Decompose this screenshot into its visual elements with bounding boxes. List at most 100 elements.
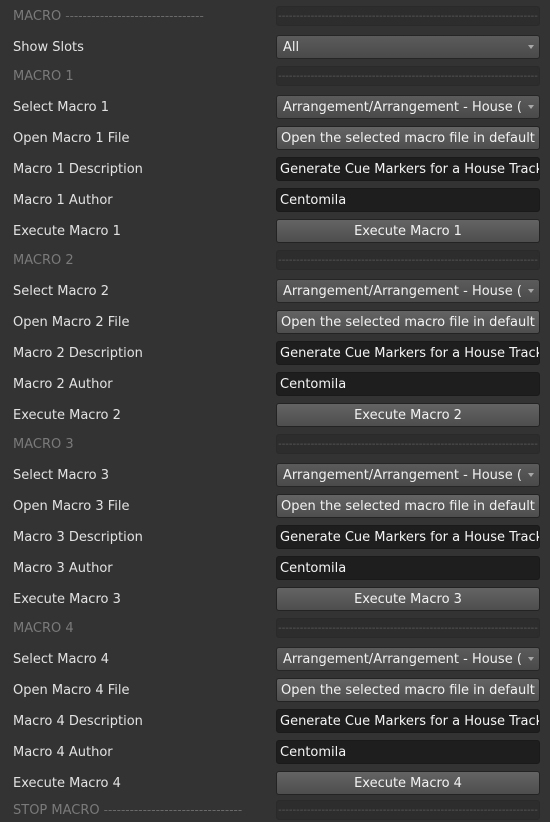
macro-1-description-field[interactable]: Generate Cue Markers for a House Track	[276, 157, 540, 181]
open-macro-4-file-label: Open Macro 4 File	[13, 682, 130, 698]
open-macro-2-file-button[interactable]: Open the selected macro file in default …	[276, 310, 540, 334]
select-macro-1-dropdown-text: Arrangement/Arrangement - House (C...	[283, 99, 521, 115]
stop-macro-section-title: STOP MACRO	[13, 802, 100, 818]
open-macro-1-file-button-text: Open the selected macro file in default …	[281, 130, 540, 146]
open-macro-1-file-row: Open Macro 1 File Open the selected macro…	[0, 123, 550, 153]
macro-2-author-field-text: Centomila	[280, 376, 347, 392]
select-macro-2-label: Select Macro 2	[13, 283, 109, 299]
execute-macro-4-button[interactable]: Execute Macro 4	[276, 771, 540, 795]
open-macro-2-file-label: Open Macro 2 File	[13, 314, 130, 330]
execute-macro-2-button[interactable]: Execute Macro 2	[276, 403, 540, 427]
execute-macro-4-label: Execute Macro 4	[13, 775, 121, 791]
macro-3-author-row: Macro 3 Author Centomila	[0, 553, 550, 583]
macro-2-description-field-text: Generate Cue Markers for a House Track	[280, 345, 540, 361]
macro-1-author-row: Macro 1 Author Centomila	[0, 185, 550, 215]
chevron-down-icon	[528, 473, 534, 477]
select-macro-2-dropdown[interactable]: Arrangement/Arrangement - House (C...	[276, 279, 540, 303]
macro-4-description-row: Macro 4 Description Generate Cue Markers …	[0, 706, 550, 736]
section-divider-dashes: --------------------------------	[65, 9, 204, 23]
macro-settings-panel: MACRO -------------------------------- -…	[0, 0, 550, 822]
section-separator-field: ----------------------------------------…	[276, 6, 540, 26]
open-macro-3-file-button-text: Open the selected macro file in default …	[281, 498, 540, 514]
execute-macro-4-button-text: Execute Macro 4	[354, 775, 462, 791]
open-macro-4-file-button[interactable]: Open the selected macro file in default …	[276, 678, 540, 702]
macro-1-description-row: Macro 1 Description Generate Cue Markers …	[0, 154, 550, 184]
stop-macro-section-header: STOP MACRO -----------------------------…	[0, 798, 550, 822]
select-macro-3-dropdown-text: Arrangement/Arrangement - House (C...	[283, 467, 521, 483]
select-macro-4-dropdown-text: Arrangement/Arrangement - House (C...	[283, 651, 521, 667]
select-macro-2-dropdown-text: Arrangement/Arrangement - House (C...	[283, 283, 521, 299]
macro-2-author-row: Macro 2 Author Centomila	[0, 369, 550, 399]
macro-2-description-field[interactable]: Generate Cue Markers for a House Track	[276, 341, 540, 365]
section-separator-field: ----------------------------------------…	[276, 66, 540, 86]
open-macro-3-file-label: Open Macro 3 File	[13, 498, 130, 514]
macro-section-title: MACRO	[13, 8, 62, 24]
open-macro-3-file-row: Open Macro 3 File Open the selected macro…	[0, 491, 550, 521]
open-macro-3-file-button[interactable]: Open the selected macro file in default …	[276, 494, 540, 518]
macro-section-header: MACRO -------------------------------- -…	[0, 2, 550, 30]
select-macro-3-label: Select Macro 3	[13, 467, 109, 483]
execute-macro-1-button[interactable]: Execute Macro 1	[276, 219, 540, 243]
execute-macro-3-button-text: Execute Macro 3	[354, 591, 462, 607]
macro-4-author-label: Macro 4 Author	[13, 744, 113, 760]
macro-4-author-row: Macro 4 Author Centomila	[0, 737, 550, 767]
macro-1-description-label: Macro 1 Description	[13, 161, 143, 177]
show-slots-dropdown[interactable]: All	[276, 35, 540, 59]
execute-macro-2-button-text: Execute Macro 2	[354, 407, 462, 423]
open-macro-2-file-row: Open Macro 2 File Open the selected macro…	[0, 307, 550, 337]
execute-macro-3-row: Execute Macro 3 Execute Macro 3	[0, 584, 550, 614]
macro-3-description-label: Macro 3 Description	[13, 529, 143, 545]
macro-3-author-field-text: Centomila	[280, 560, 347, 576]
chevron-down-icon	[528, 657, 534, 661]
macro-2-author-label: Macro 2 Author	[13, 376, 113, 392]
macro-3-author-field[interactable]: Centomila	[276, 556, 540, 580]
open-macro-1-file-label: Open Macro 1 File	[13, 130, 130, 146]
section-separator-field: ----------------------------------------…	[276, 250, 540, 270]
macro-1-description-field-text: Generate Cue Markers for a House Track	[280, 161, 540, 177]
macro-2-author-field[interactable]: Centomila	[276, 372, 540, 396]
open-macro-4-file-row: Open Macro 4 File Open the selected macro…	[0, 675, 550, 705]
execute-macro-4-row: Execute Macro 4 Execute Macro 4	[0, 768, 550, 798]
chevron-down-icon	[528, 289, 534, 293]
macro-4-section-header: MACRO 4 ---------------------------------…	[0, 614, 550, 642]
macro-4-description-field[interactable]: Generate Cue Markers for a House Track	[276, 709, 540, 733]
macro-1-section-header: MACRO 1 ---------------------------------…	[0, 62, 550, 90]
section-separator-field: ----------------------------------------…	[276, 618, 540, 638]
macro-3-description-field[interactable]: Generate Cue Markers for a House Track	[276, 525, 540, 549]
section-separator-field: ----------------------------------------…	[276, 800, 540, 820]
select-macro-4-label: Select Macro 4	[13, 651, 109, 667]
macro-4-author-field[interactable]: Centomila	[276, 740, 540, 764]
chevron-down-icon	[528, 105, 534, 109]
macro-2-section-title: MACRO 2	[13, 252, 74, 268]
execute-macro-2-label: Execute Macro 2	[13, 407, 121, 423]
select-macro-3-dropdown[interactable]: Arrangement/Arrangement - House (C...	[276, 463, 540, 487]
macro-1-author-label: Macro 1 Author	[13, 192, 113, 208]
execute-macro-3-label: Execute Macro 3	[13, 591, 121, 607]
macro-4-section-title: MACRO 4	[13, 620, 74, 636]
select-macro-1-label: Select Macro 1	[13, 99, 109, 115]
macro-1-author-field-text: Centomila	[280, 192, 347, 208]
macro-3-description-row: Macro 3 Description Generate Cue Markers …	[0, 522, 550, 552]
select-macro-2-row: Select Macro 2 Arrangement/Arrangement - …	[0, 276, 550, 306]
open-macro-1-file-button[interactable]: Open the selected macro file in default …	[276, 126, 540, 150]
macro-2-description-label: Macro 2 Description	[13, 345, 143, 361]
execute-macro-1-row: Execute Macro 1 Execute Macro 1	[0, 216, 550, 246]
macro-1-author-field[interactable]: Centomila	[276, 188, 540, 212]
macro-3-section-title: MACRO 3	[13, 436, 74, 452]
select-macro-3-row: Select Macro 3 Arrangement/Arrangement - …	[0, 460, 550, 490]
select-macro-1-row: Select Macro 1 Arrangement/Arrangement - …	[0, 92, 550, 122]
select-macro-4-dropdown[interactable]: Arrangement/Arrangement - House (C...	[276, 647, 540, 671]
select-macro-1-dropdown[interactable]: Arrangement/Arrangement - House (C...	[276, 95, 540, 119]
execute-macro-3-button[interactable]: Execute Macro 3	[276, 587, 540, 611]
execute-macro-1-label: Execute Macro 1	[13, 223, 121, 239]
macro-2-section-header: MACRO 2 ---------------------------------…	[0, 246, 550, 274]
macro-4-description-label: Macro 4 Description	[13, 713, 143, 729]
execute-macro-2-row: Execute Macro 2 Execute Macro 2	[0, 400, 550, 430]
section-separator-field: ----------------------------------------…	[276, 434, 540, 454]
show-slots-row: Show Slots All	[0, 33, 550, 61]
macro-1-section-title: MACRO 1	[13, 68, 74, 84]
chevron-down-icon	[528, 45, 534, 49]
section-divider-dashes: --------------------------------	[103, 803, 243, 817]
macro-3-author-label: Macro 3 Author	[13, 560, 113, 576]
open-macro-4-file-button-text: Open the selected macro file in default …	[281, 682, 540, 698]
